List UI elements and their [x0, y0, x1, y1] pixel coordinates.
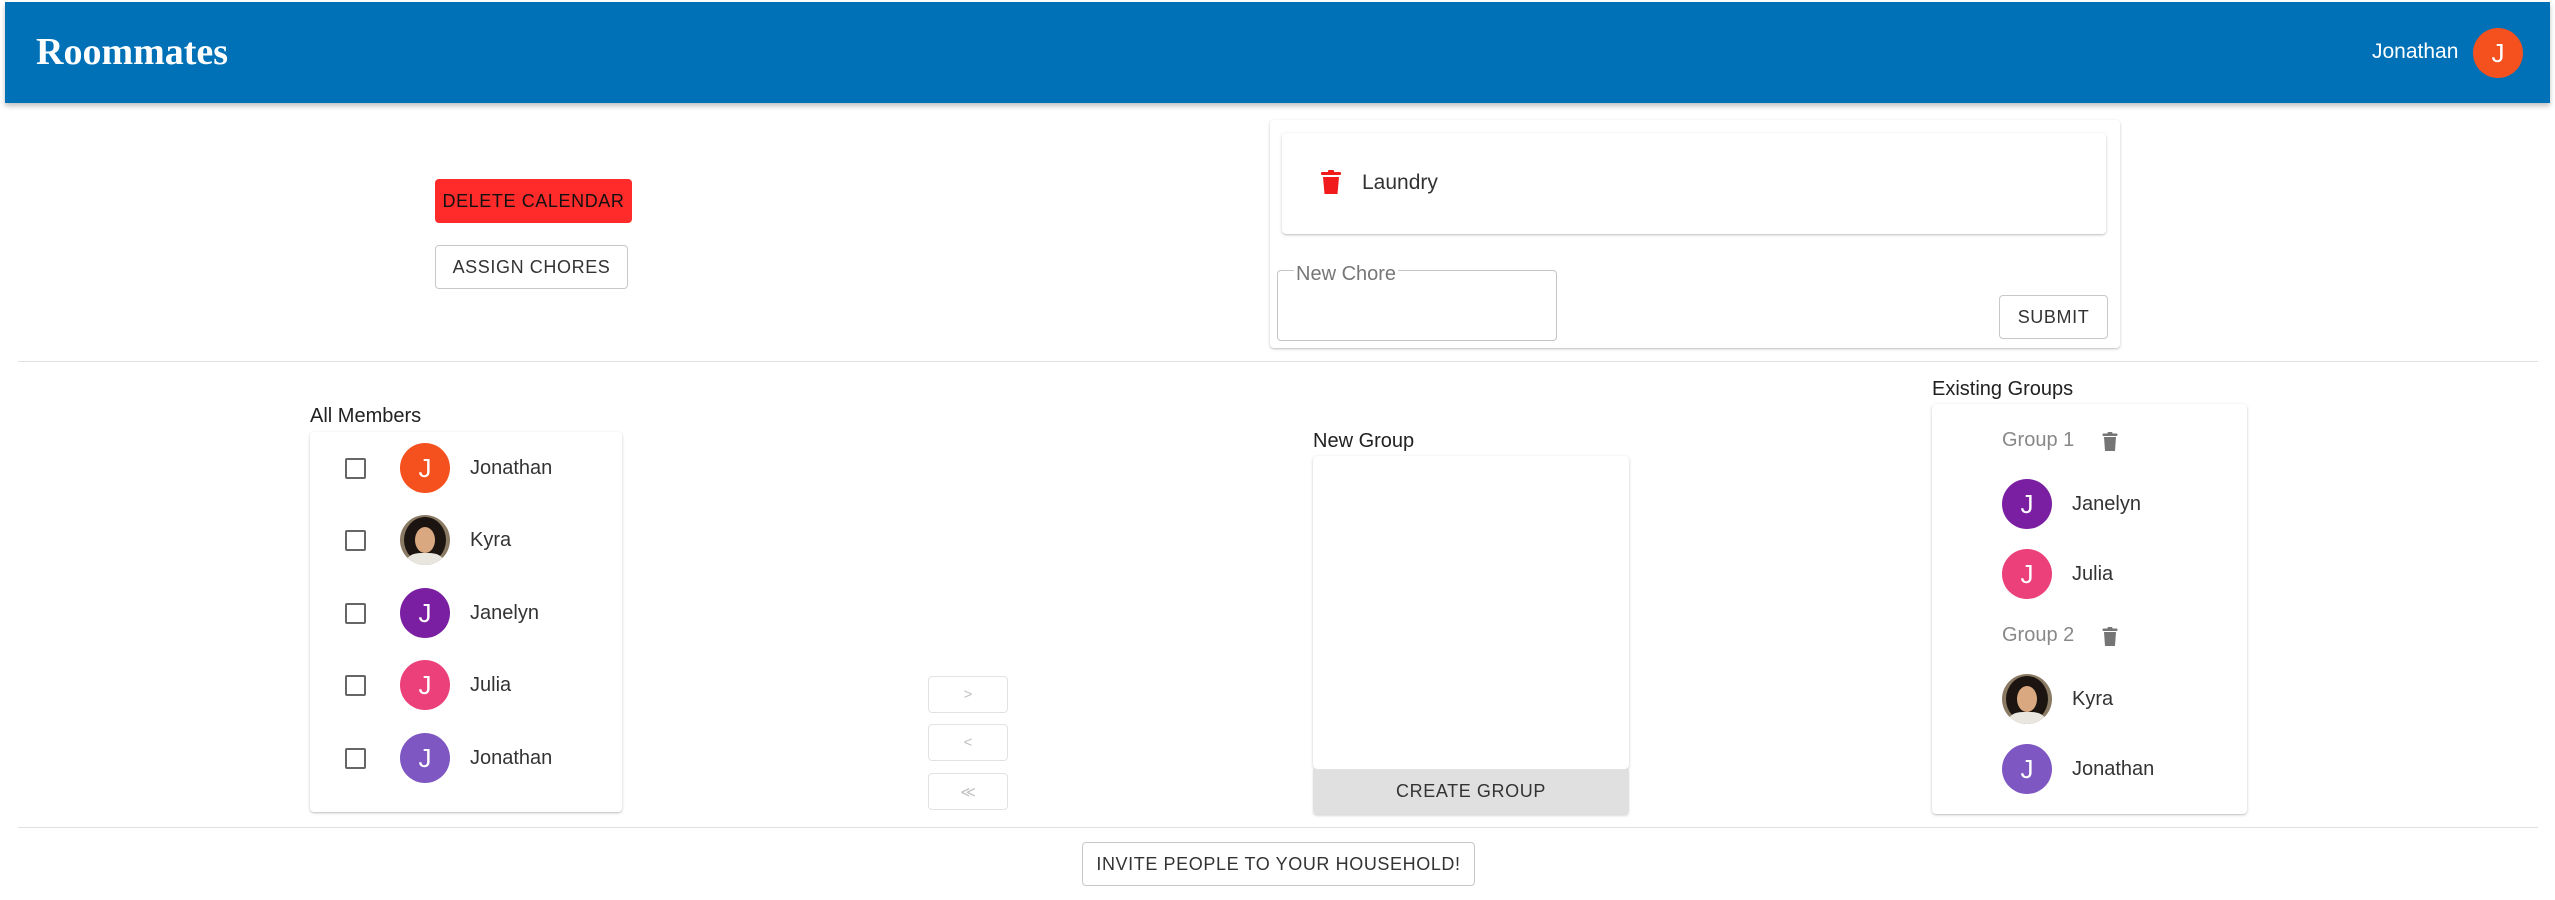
member-name: Jonathan — [470, 457, 553, 479]
existing-groups-title: Existing Groups — [1932, 378, 2074, 400]
trash-icon[interactable] — [2102, 627, 2118, 646]
avatar: J — [400, 443, 450, 493]
member-name: Kyra — [2072, 688, 2114, 710]
member-checkbox[interactable] — [345, 530, 366, 551]
member-name: Janelyn — [2072, 493, 2141, 515]
group-name: Group 1 — [2002, 429, 2075, 451]
delete-calendar-button[interactable]: DELETE CALENDAR — [435, 179, 632, 223]
member-name: Kyra — [470, 529, 512, 551]
chore-item: Laundry — [1282, 133, 2106, 234]
avatar: J — [400, 588, 450, 638]
list-item[interactable]: J Julia — [310, 649, 622, 721]
move-left-button[interactable]: < — [928, 724, 1008, 761]
divider — [18, 827, 2538, 828]
submit-button[interactable]: SUBMIT — [1999, 295, 2108, 339]
avatar: J — [400, 733, 450, 783]
chore-label: Laundry — [1362, 171, 1438, 194]
trash-icon[interactable] — [2102, 432, 2118, 451]
list-item[interactable]: J Jonathan — [310, 722, 622, 794]
member-checkbox[interactable] — [345, 675, 366, 696]
avatar: J — [2002, 479, 2052, 529]
existing-groups-list: Group 1 J Janelyn J Julia Group 2 Kyra J… — [1932, 404, 2247, 814]
all-members-title: All Members — [310, 405, 422, 427]
list-item[interactable]: Kyra — [310, 504, 622, 576]
app-header: Roommates Jonathan J — [5, 2, 2550, 103]
member-name: Julia — [2072, 563, 2114, 585]
trash-icon[interactable] — [1320, 170, 1342, 195]
members-list: J Jonathan Kyra J Janelyn J Julia J Jona… — [310, 432, 622, 812]
user-name[interactable]: Jonathan — [2372, 40, 2458, 64]
list-item: Kyra — [1932, 669, 2247, 729]
photo-avatar — [2002, 674, 2052, 724]
photo-avatar — [400, 515, 450, 565]
member-name: Jonathan — [2072, 758, 2155, 780]
user-avatar[interactable]: J — [2473, 28, 2523, 78]
divider — [18, 361, 2538, 362]
member-name: Julia — [470, 674, 512, 696]
avatar: J — [2002, 744, 2052, 794]
member-name: Janelyn — [470, 602, 539, 624]
move-right-button[interactable]: > — [928, 676, 1008, 713]
list-item[interactable]: J Janelyn — [310, 577, 622, 649]
invite-button[interactable]: INVITE PEOPLE TO YOUR HOUSEHOLD! — [1082, 842, 1475, 886]
move-all-left-button[interactable]: ≪ — [928, 773, 1008, 810]
list-item[interactable]: J Jonathan — [310, 432, 622, 504]
avatar: J — [400, 660, 450, 710]
member-checkbox[interactable] — [345, 603, 366, 624]
new-group-list — [1313, 456, 1629, 769]
create-group-button[interactable]: CREATE GROUP — [1313, 769, 1629, 814]
member-name: Jonathan — [470, 747, 553, 769]
list-item: J Julia — [1932, 544, 2247, 604]
group-name: Group 2 — [2002, 624, 2075, 646]
app-title: Roommates — [36, 31, 229, 73]
member-checkbox[interactable] — [345, 748, 366, 769]
new-chore-label: New Chore — [1294, 263, 1399, 286]
new-group-title: New Group — [1313, 430, 1415, 452]
list-item: J Jonathan — [1932, 739, 2247, 799]
list-item: J Janelyn — [1932, 474, 2247, 534]
avatar: J — [2002, 549, 2052, 599]
assign-chores-button[interactable]: ASSIGN CHORES — [435, 245, 628, 289]
member-checkbox[interactable] — [345, 458, 366, 479]
